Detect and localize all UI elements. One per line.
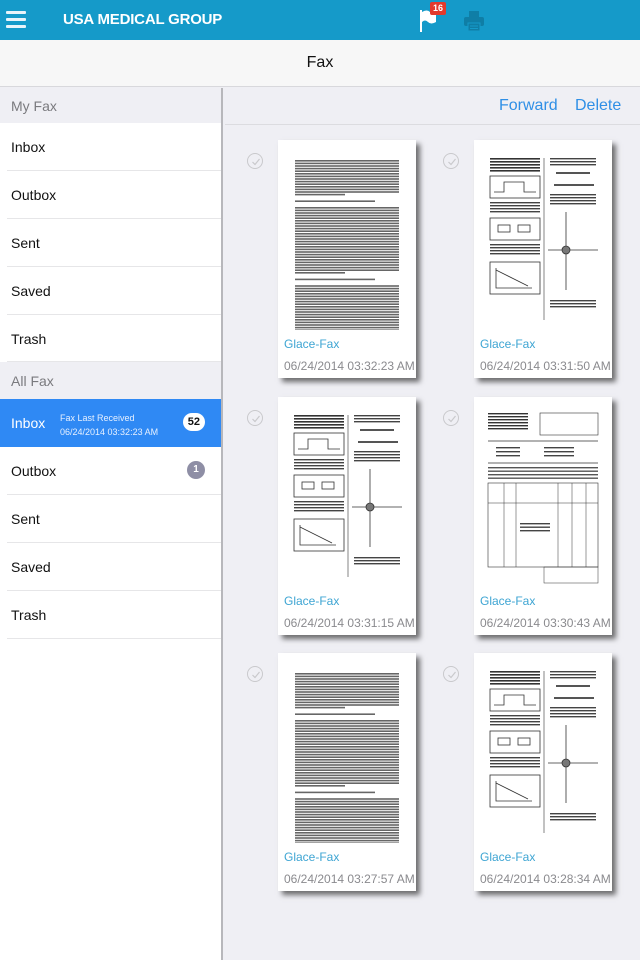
sidebar-item-my-inbox[interactable]: Inbox <box>0 123 221 171</box>
select-checkbox[interactable] <box>247 153 263 169</box>
fax-thumbnail <box>295 673 399 843</box>
section-header-all-fax: All Fax <box>0 362 221 399</box>
sidebar-item-all-inbox[interactable]: Inbox Fax Last Received 06/24/2014 03:32… <box>0 399 221 447</box>
fax-card[interactable]: Glace-Fax 06/24/2014 03:31:15 AM <box>278 397 416 635</box>
sidebar-item-my-sent[interactable]: Sent <box>0 219 221 267</box>
sidebar-item-my-trash[interactable]: Trash <box>0 315 221 362</box>
select-checkbox[interactable] <box>443 410 459 426</box>
checkmark-icon <box>448 415 456 423</box>
fax-sender: Glace-Fax <box>284 337 340 351</box>
notification-badge: 16 <box>430 2 447 15</box>
inbox-count-badge: 52 <box>182 413 205 431</box>
outbox-count-badge: 1 <box>187 461 205 479</box>
sidebar-item-label: Outbox <box>11 187 57 203</box>
fax-card[interactable]: Glace-Fax 06/24/2014 03:32:23 AM <box>278 140 416 378</box>
top-bar: USA MEDICAL GROUP 16 <box>0 0 640 40</box>
section-header-my-fax: My Fax <box>0 88 221 123</box>
sidebar-item-label: Sent <box>11 511 40 527</box>
fax-sender: Glace-Fax <box>284 850 340 864</box>
fax-sender: Glace-Fax <box>480 850 536 864</box>
fax-sender: Glace-Fax <box>284 594 340 608</box>
sidebar-item-label: Sent <box>11 235 40 251</box>
last-received-info: Fax Last Received 06/24/2014 03:32:23 AM <box>60 411 158 439</box>
select-checkbox[interactable] <box>443 153 459 169</box>
page-title: Fax <box>306 54 334 71</box>
sidebar-item-my-outbox[interactable]: Outbox <box>0 171 221 219</box>
checkmark-icon <box>252 158 260 166</box>
fax-card[interactable]: Glace-Fax 06/24/2014 03:30:43 AM <box>474 397 612 635</box>
sidebar-item-all-sent[interactable]: Sent <box>0 495 221 543</box>
fax-thumbnail <box>487 412 599 584</box>
app-title: USA MEDICAL GROUP <box>63 11 223 28</box>
last-received-label: Fax Last Received <box>60 413 135 423</box>
fax-date: 06/24/2014 03:32:23 AM <box>284 359 415 373</box>
sidebar-item-label: Trash <box>11 607 47 623</box>
fax-card[interactable]: Glace-Fax 06/24/2014 03:31:50 AM <box>474 140 612 378</box>
sidebar-item-label: Saved <box>11 283 51 299</box>
fax-thumbnail <box>489 671 598 833</box>
fax-sender: Glace-Fax <box>480 337 536 351</box>
fax-thumbnail <box>295 160 399 330</box>
hamburger-menu-icon[interactable] <box>6 11 26 29</box>
fax-sender: Glace-Fax <box>480 594 536 608</box>
checkmark-icon <box>448 158 456 166</box>
sidebar-item-label: Outbox <box>11 463 57 479</box>
checkmark-icon <box>252 671 260 679</box>
fax-card[interactable]: Glace-Fax 06/24/2014 03:27:57 AM <box>278 653 416 891</box>
last-received-date: 06/24/2014 03:32:23 AM <box>60 427 159 437</box>
sidebar-item-label: Inbox <box>11 139 46 155</box>
sidebar-item-label: Saved <box>11 559 51 575</box>
select-checkbox[interactable] <box>443 666 459 682</box>
sidebar-item-all-outbox[interactable]: Outbox 1 <box>0 447 221 495</box>
fax-date: 06/24/2014 03:30:43 AM <box>480 616 611 630</box>
fax-date: 06/24/2014 03:31:15 AM <box>284 616 415 630</box>
fax-date: 06/24/2014 03:31:50 AM <box>480 359 611 373</box>
nav-bar: Fax <box>0 40 640 87</box>
fax-thumbnail <box>489 158 598 320</box>
forward-button[interactable]: Forward <box>499 97 558 115</box>
fax-date: 06/24/2014 03:28:34 AM <box>480 872 611 886</box>
sidebar-item-my-saved[interactable]: Saved <box>0 267 221 315</box>
action-bar: Forward Delete <box>225 88 640 125</box>
sidebar-item-all-trash[interactable]: Trash <box>0 591 221 639</box>
delete-button[interactable]: Delete <box>575 97 621 115</box>
select-checkbox[interactable] <box>247 666 263 682</box>
fax-card[interactable]: Glace-Fax 06/24/2014 03:28:34 AM <box>474 653 612 891</box>
checkmark-icon <box>252 415 260 423</box>
printer-icon[interactable] <box>463 10 485 32</box>
sidebar: My Fax Inbox Outbox Sent Saved Trash All… <box>0 88 223 960</box>
sidebar-item-all-saved[interactable]: Saved <box>0 543 221 591</box>
select-checkbox[interactable] <box>247 410 263 426</box>
fax-thumbnail <box>293 415 402 577</box>
fax-date: 06/24/2014 03:27:57 AM <box>284 872 415 886</box>
sidebar-item-label: Trash <box>11 331 47 347</box>
sidebar-item-label: Inbox <box>11 415 46 431</box>
checkmark-icon <box>448 671 456 679</box>
